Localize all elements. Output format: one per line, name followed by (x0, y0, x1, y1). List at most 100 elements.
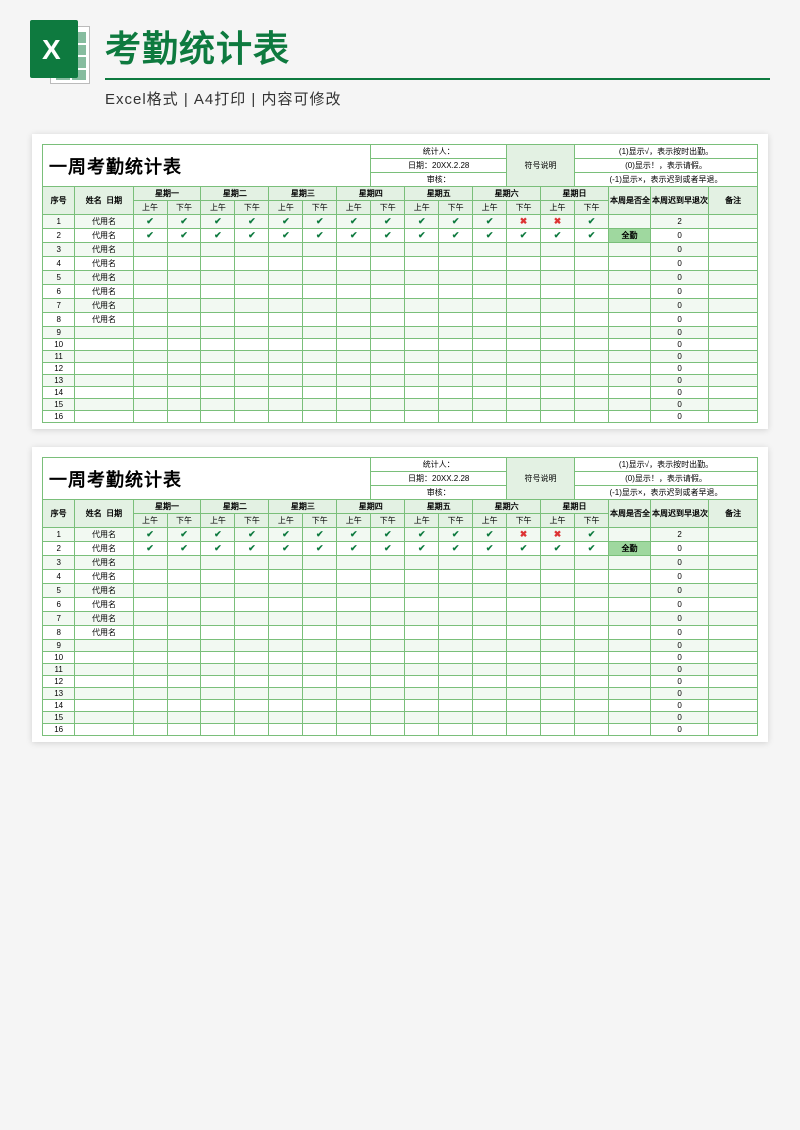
cell-late: 0 (651, 243, 709, 257)
cell-mark (201, 676, 235, 688)
table-row: 130 (43, 375, 758, 387)
cell-mark (133, 700, 167, 712)
cell-late: 0 (651, 570, 709, 584)
cell-mark (439, 712, 473, 724)
cell-mark (439, 676, 473, 688)
cell-mark (269, 299, 303, 313)
cell-seq: 1 (43, 528, 75, 542)
cell-mark (269, 243, 303, 257)
cell-mark (303, 640, 337, 652)
cell-mark (337, 363, 371, 375)
cell-mark: ✔ (167, 215, 201, 229)
cell-mark (507, 626, 541, 640)
cell-name: 代用名 (75, 584, 133, 598)
cell-mark (371, 584, 405, 598)
cell-mark (235, 327, 269, 339)
col-late: 本周迟到早退次数 (651, 187, 709, 215)
cell-mark (133, 724, 167, 736)
cell-mark: ✔ (201, 542, 235, 556)
cell-mark (575, 363, 609, 375)
cell-name: 代用名 (75, 542, 133, 556)
cell-mark (269, 327, 303, 339)
cell-mark: ✔ (371, 528, 405, 542)
cell-mark: ✔ (507, 542, 541, 556)
cell-mark (303, 387, 337, 399)
col-am-1: 上午 (201, 201, 235, 215)
cell-name (75, 688, 133, 700)
cell-mark (439, 327, 473, 339)
table-row: 2代用名✔✔✔✔✔✔✔✔✔✔✔✔✔✔全勤0 (43, 542, 758, 556)
excel-icon: X (30, 20, 90, 90)
cell-seq: 8 (43, 626, 75, 640)
cell-mark (167, 327, 201, 339)
cell-mark (269, 339, 303, 351)
cell-full (608, 215, 650, 229)
cell-mark (133, 584, 167, 598)
cell-mark (201, 626, 235, 640)
cell-late: 0 (651, 387, 709, 399)
cell-mark (167, 411, 201, 423)
cell-mark (541, 612, 575, 626)
cell-mark (235, 598, 269, 612)
cell-mark (405, 652, 439, 664)
cell-mark (405, 399, 439, 411)
col-remark: 备注 (709, 187, 758, 215)
cell-remark (709, 257, 758, 271)
cell-mark (337, 652, 371, 664)
cell-name (75, 640, 133, 652)
cell-mark: ✔ (337, 229, 371, 243)
cell-seq: 12 (43, 676, 75, 688)
table-row: 130 (43, 688, 758, 700)
cell-remark (709, 243, 758, 257)
cell-mark (337, 257, 371, 271)
cell-name (75, 387, 133, 399)
col-pm-0: 下午 (167, 201, 201, 215)
col-am-2: 上午 (269, 514, 303, 528)
cell-mark (337, 411, 371, 423)
cell-mark: ✔ (371, 215, 405, 229)
cell-mark (405, 612, 439, 626)
cell-mark (473, 243, 507, 257)
cell-late: 2 (651, 528, 709, 542)
cell-mark (405, 375, 439, 387)
cell-mark (167, 363, 201, 375)
cell-mark: ✔ (167, 229, 201, 243)
cell-full (608, 399, 650, 411)
col-day-2: 星期三 (269, 500, 337, 514)
cell-mark (371, 556, 405, 570)
cell-mark (303, 700, 337, 712)
col-full: 本周是否全勤 (608, 187, 650, 215)
table-row: 100 (43, 339, 758, 351)
cell-mark (337, 313, 371, 327)
cell-mark (133, 271, 167, 285)
cell-late: 0 (651, 612, 709, 626)
table-row: 8代用名0 (43, 626, 758, 640)
cell-full (608, 285, 650, 299)
cell-mark (541, 271, 575, 285)
cell-mark (439, 584, 473, 598)
col-am-4: 上午 (405, 201, 439, 215)
cell-late: 2 (651, 215, 709, 229)
cell-mark: ✔ (133, 215, 167, 229)
cell-mark (133, 612, 167, 626)
cell-seq: 12 (43, 363, 75, 375)
cell-mark (269, 570, 303, 584)
table-row: 3代用名0 (43, 243, 758, 257)
cell-mark (133, 299, 167, 313)
audit-field: 审核： (371, 486, 507, 500)
cell-mark (405, 556, 439, 570)
cell-mark (201, 556, 235, 570)
col-late: 本周迟到早退次数 (651, 500, 709, 528)
col-am-6: 上午 (541, 201, 575, 215)
cell-mark (235, 664, 269, 676)
cell-mark (235, 676, 269, 688)
col-am-4: 上午 (405, 514, 439, 528)
cell-mark (541, 375, 575, 387)
cell-mark (371, 351, 405, 363)
col-pm-1: 下午 (235, 514, 269, 528)
cell-mark (541, 556, 575, 570)
cell-late: 0 (651, 664, 709, 676)
legend-title: 符号说明 (507, 458, 575, 500)
cell-remark (709, 570, 758, 584)
cell-mark (507, 556, 541, 570)
